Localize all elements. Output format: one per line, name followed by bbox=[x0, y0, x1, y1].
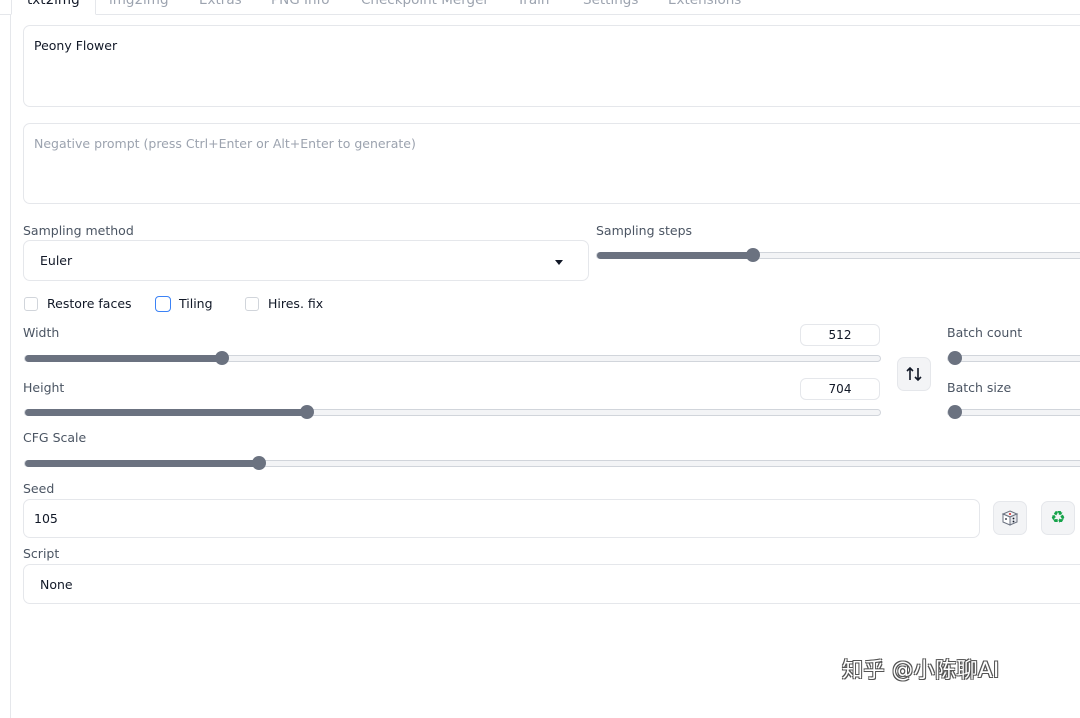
reuse-seed-button[interactable]: ♻ bbox=[1041, 501, 1075, 535]
script-select[interactable]: None bbox=[23, 564, 1080, 604]
panel-border bbox=[10, 14, 11, 718]
slider-thumb[interactable] bbox=[251, 456, 266, 470]
tab-train[interactable]: Train bbox=[517, 0, 549, 14]
slider-thumb[interactable] bbox=[948, 351, 962, 365]
restore-faces-label: Restore faces bbox=[47, 296, 132, 311]
chevron-down-icon bbox=[555, 260, 563, 265]
tab-checkpoint-merger[interactable]: Checkpoint Merger bbox=[361, 0, 489, 14]
swap-dimensions-button[interactable] bbox=[897, 357, 931, 391]
hires-fix-label: Hires. fix bbox=[268, 296, 324, 311]
hires-fix-checkbox[interactable] bbox=[245, 297, 259, 311]
height-label: Height bbox=[23, 380, 65, 395]
sampling-method-label: Sampling method bbox=[23, 223, 134, 238]
tab-img2img[interactable]: img2img bbox=[109, 0, 169, 14]
recycle-icon: ♻ bbox=[1050, 508, 1066, 528]
sampling-method-select[interactable]: Euler bbox=[23, 240, 589, 281]
seed-value: 105 bbox=[34, 511, 58, 526]
sampling-steps-label: Sampling steps bbox=[596, 223, 693, 238]
tab-extensions[interactable]: Extensions bbox=[668, 0, 741, 14]
slider-thumb[interactable] bbox=[948, 405, 962, 419]
script-value: None bbox=[40, 577, 73, 592]
slider-thumb[interactable] bbox=[214, 351, 229, 365]
width-label: Width bbox=[23, 325, 60, 340]
prompt-text: Peony Flower bbox=[34, 38, 118, 53]
tab-bar: txt2img img2img Extras PNG Info Checkpoi… bbox=[0, 0, 1080, 15]
prompt-input[interactable]: Peony Flower bbox=[23, 25, 1080, 107]
cfg-scale-slider[interactable] bbox=[24, 456, 1080, 470]
tiling-checkbox[interactable] bbox=[155, 296, 171, 312]
slider-fill bbox=[597, 252, 754, 259]
height-number-input[interactable]: 704 bbox=[800, 378, 880, 400]
slider-thumb[interactable] bbox=[746, 248, 761, 262]
negative-prompt-input[interactable]: Negative prompt (press Ctrl+Enter or Alt… bbox=[23, 123, 1080, 204]
batch-count-slider[interactable] bbox=[947, 351, 1080, 365]
tab-png-info[interactable]: PNG Info bbox=[271, 0, 330, 14]
tab-extras[interactable]: Extras bbox=[199, 0, 242, 14]
tiling-label: Tiling bbox=[179, 296, 213, 311]
watermark-text: 知乎 @小陈聊AI bbox=[842, 658, 1000, 682]
tab-settings[interactable]: Settings bbox=[583, 0, 638, 14]
dice-icon bbox=[1001, 510, 1019, 526]
batch-count-label: Batch count bbox=[947, 325, 1023, 340]
width-slider[interactable] bbox=[24, 351, 881, 365]
swap-arrows-icon bbox=[906, 366, 922, 382]
slider-fill bbox=[25, 460, 259, 467]
slider-fill bbox=[25, 409, 308, 416]
slider-fill bbox=[25, 355, 222, 362]
sampling-method-value: Euler bbox=[40, 253, 73, 268]
seed-label: Seed bbox=[23, 481, 55, 496]
batch-size-slider[interactable] bbox=[947, 405, 1080, 419]
sampling-steps-slider[interactable] bbox=[596, 248, 1080, 262]
slider-thumb[interactable] bbox=[300, 405, 315, 419]
seed-input[interactable]: 105 bbox=[23, 499, 980, 538]
tab-txt2img[interactable]: txt2img bbox=[11, 0, 96, 15]
width-number-input[interactable]: 512 bbox=[800, 324, 880, 346]
batch-size-label: Batch size bbox=[947, 380, 1012, 395]
cfg-scale-label: CFG Scale bbox=[23, 430, 87, 445]
random-seed-button[interactable] bbox=[993, 501, 1027, 535]
negative-prompt-placeholder: Negative prompt (press Ctrl+Enter or Alt… bbox=[34, 136, 416, 151]
height-slider[interactable] bbox=[24, 405, 881, 419]
script-label: Script bbox=[23, 546, 60, 561]
restore-faces-checkbox[interactable] bbox=[24, 297, 38, 311]
